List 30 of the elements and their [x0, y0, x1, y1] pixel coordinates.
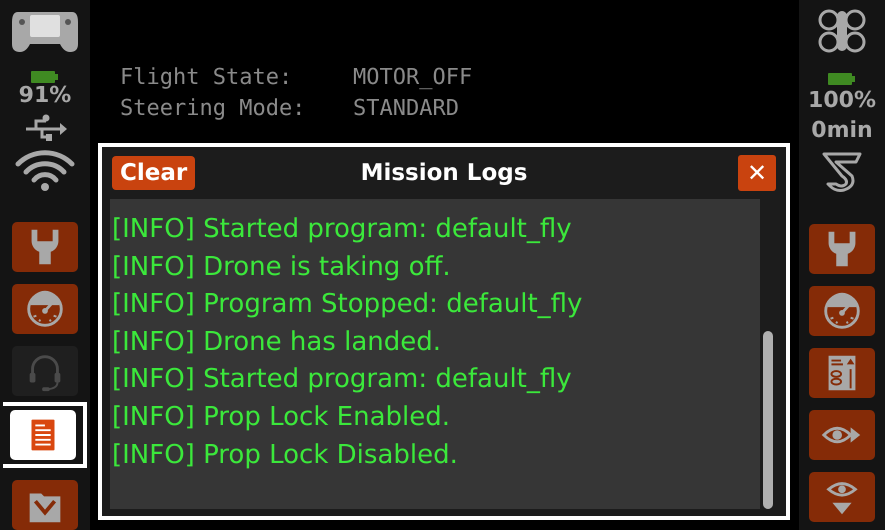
sidebar-button[interactable]: [12, 480, 78, 530]
clear-button[interactable]: Clear: [112, 156, 196, 190]
sidebar-button[interactable]: [10, 410, 76, 460]
sidebar-button[interactable]: [12, 284, 78, 334]
battery-icon: [827, 72, 857, 86]
flight-time: 0min: [811, 117, 873, 145]
log-line: [INFO] Drone has landed.: [112, 326, 442, 359]
log-line: [INFO] Drone is taking off.: [112, 250, 452, 284]
log-line: [INFO] Started program: default_fly: [112, 213, 573, 246]
log-line: [INFO] Prop Lock Disabled.: [112, 438, 459, 472]
log-line: [INFO] Program Stopped: default_fly: [112, 288, 584, 322]
sidebar-button[interactable]: [809, 224, 875, 274]
sidebar-button[interactable]: [809, 286, 875, 336]
sidebar-button[interactable]: [809, 472, 875, 522]
battery-icon: [30, 70, 60, 84]
race-track-icon: [820, 150, 864, 194]
status-value: STANDARD: [353, 95, 459, 123]
battery-percent: 100%: [808, 87, 876, 115]
close-button[interactable]: ✕: [738, 155, 776, 191]
status-label: Steering Mode:: [120, 95, 306, 123]
sidebar-button[interactable]: [809, 410, 875, 460]
dialog-title: Mission Logs: [360, 160, 528, 186]
status-label: Flight State:: [120, 64, 294, 92]
sidebar-button[interactable]: [12, 222, 78, 272]
log-line: [INFO] Started program: default_fly: [112, 363, 573, 396]
battery-percent: 91%: [18, 84, 72, 108]
log-line: [INFO] Prop Lock Enabled.: [112, 400, 451, 434]
sidebar-button[interactable]: [809, 348, 875, 398]
wifi-icon: [14, 148, 76, 192]
status-value: MOTOR_OFF: [353, 64, 472, 92]
